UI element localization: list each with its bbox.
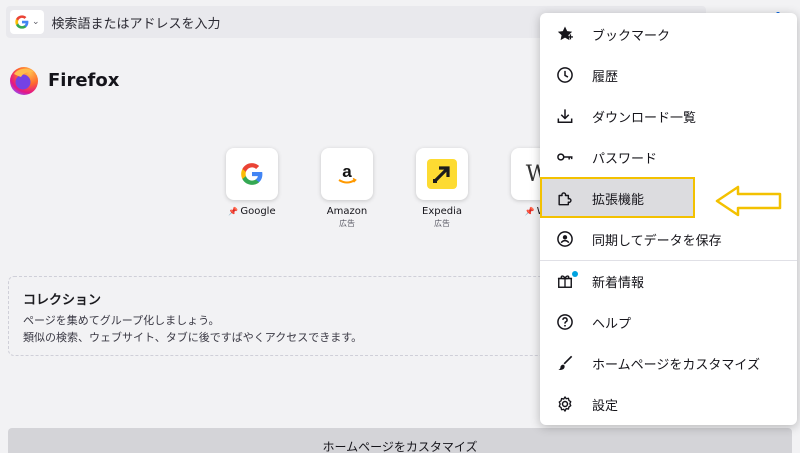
collections-line-1: ページを集めてグループ化しましょう。 [23, 314, 220, 327]
top-site-tile[interactable]: a [321, 148, 373, 200]
menu-item-label: ダウンロード一覧 [592, 110, 697, 126]
menu-item-label: ブックマーク [592, 28, 671, 44]
top-site-label: 📌 Google [228, 206, 275, 217]
key-icon [554, 146, 576, 168]
svg-text:a: a [342, 162, 352, 181]
top-site-label: Amazon [327, 206, 367, 217]
account-icon [554, 228, 576, 250]
top-site-tile[interactable] [416, 148, 468, 200]
collections-line-2: 類似の検索、ウェブサイト、タブに後ですばやくアクセスできます。 [23, 331, 363, 344]
expedia-icon [427, 159, 457, 189]
brand-name: Firefox [48, 69, 120, 91]
sponsored-label: 広告 [339, 219, 355, 228]
collections-panel: コレクション ページを集めてグループ化しましょう。 類似の検索、ウェブサイト、タ… [8, 276, 568, 356]
menu-item-label: 履歴 [592, 69, 619, 85]
menu-item-sync[interactable]: 同期してデータを保存 [540, 219, 797, 259]
google-icon [241, 163, 263, 185]
menu-item-label: 拡張機能 [592, 192, 645, 208]
pin-icon: 📌 [524, 207, 535, 216]
customize-homepage-label: ホームページをカスタマイズ [322, 440, 478, 453]
download-icon [554, 105, 576, 127]
clock-icon [554, 64, 576, 86]
menu-item-label: ホームページをカスタマイズ [592, 357, 760, 373]
menu-item-label: 新着情報 [592, 275, 645, 291]
url-placeholder: 検索語またはアドレスを入力 [51, 16, 221, 32]
amazon-icon: a [338, 162, 357, 184]
chevron-down-icon: ⌄ [32, 17, 40, 27]
menu-item-whats-new[interactable]: 新着情報 [540, 261, 797, 301]
customize-homepage-button[interactable]: ホームページをカスタマイズ [8, 428, 792, 453]
star-icon [554, 23, 576, 45]
menu-item-customize-homepage[interactable]: ホームページをカスタマイズ [540, 343, 797, 383]
menu-item-passwords[interactable]: パスワード [540, 137, 797, 177]
menu-item-label: パスワード [592, 151, 658, 167]
sponsored-label: 広告 [434, 219, 450, 228]
top-site-google[interactable]: 📌 Google [226, 148, 278, 229]
top-site-amazon[interactable]: a Amazon 広告 [321, 148, 373, 229]
help-icon [554, 311, 576, 333]
top-site-name: Amazon [326, 206, 368, 217]
top-sites: 📌 Google a Amazon 広告 Expedia 広告 W 📌 [226, 148, 563, 229]
menu-item-label: 設定 [592, 398, 619, 414]
puzzle-icon [554, 187, 576, 209]
top-site-label: Expedia [422, 206, 462, 217]
menu-item-history[interactable]: 履歴 [540, 55, 797, 95]
arrow-left-icon [715, 185, 782, 217]
menu-item-downloads[interactable]: ダウンロード一覧 [540, 96, 797, 136]
menu-item-settings[interactable]: 設定 [540, 384, 797, 424]
menu-item-label: 同期してデータを保存 [592, 233, 722, 249]
pin-icon: 📌 [228, 207, 239, 216]
firefox-brand: Firefox [8, 64, 119, 96]
top-site-name: Google [240, 206, 276, 217]
gift-icon [554, 270, 576, 292]
menu-item-bookmarks[interactable]: ブックマーク [540, 14, 797, 54]
app-menu: ブックマーク 履歴 ダウンロード一覧 パスワード 拡張機能 同期してデータを保存 [540, 13, 797, 425]
top-site-name: Expedia [422, 206, 462, 217]
gear-icon [554, 393, 576, 415]
top-site-tile[interactable] [226, 148, 278, 200]
firefox-logo-icon [10, 67, 38, 95]
menu-item-label: ヘルプ [592, 316, 632, 332]
top-site-expedia[interactable]: Expedia 広告 [416, 148, 468, 229]
collections-title: コレクション [23, 293, 102, 308]
menu-item-help[interactable]: ヘルプ [540, 302, 797, 342]
search-engine-button[interactable]: ⌄ [10, 10, 44, 34]
brush-icon [554, 352, 576, 374]
google-icon [15, 15, 29, 29]
